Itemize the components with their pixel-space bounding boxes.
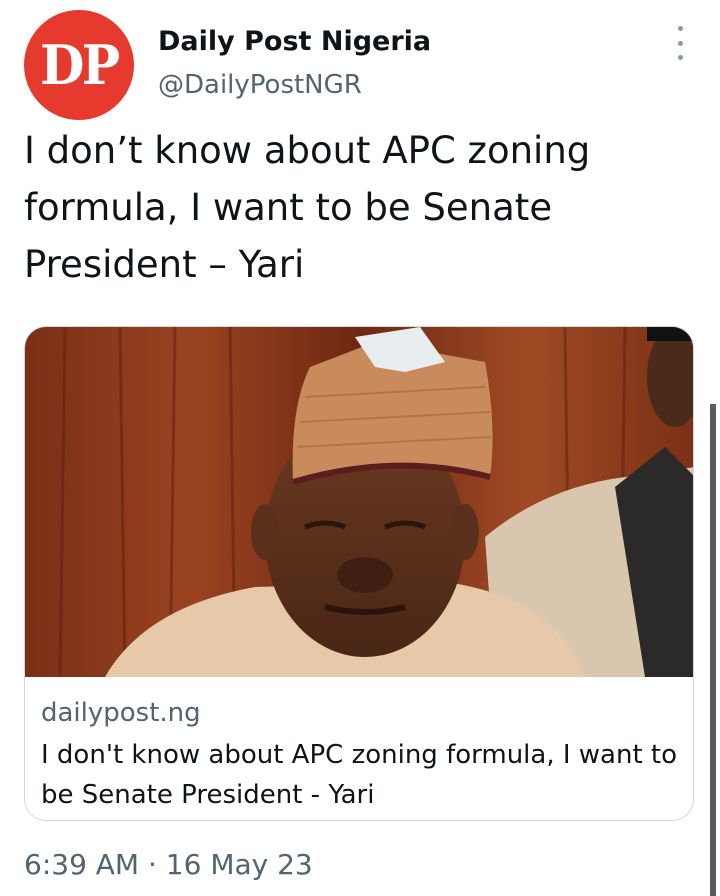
scrollbar[interactable]	[710, 404, 716, 896]
tweet-text: I don’t know about APC zoning formula, I…	[24, 129, 591, 286]
card-title: I don't know about APC zoning formula, I…	[41, 740, 678, 810]
link-card[interactable]: dailypost.ng I don't know about APC zoni…	[24, 326, 694, 821]
author-name[interactable]: Daily Post Nigeria	[158, 26, 431, 57]
avatar-logo-text: DP	[40, 33, 120, 97]
tweet-timestamp[interactable]: 6:39 AM · 16 May 23	[24, 848, 313, 881]
card-image	[25, 327, 693, 677]
more-vertical-icon[interactable]	[670, 26, 690, 60]
avatar[interactable]: DP	[24, 10, 134, 120]
card-domain: dailypost.ng	[41, 698, 201, 728]
author-handle[interactable]: @DailyPostNGR	[158, 70, 362, 100]
